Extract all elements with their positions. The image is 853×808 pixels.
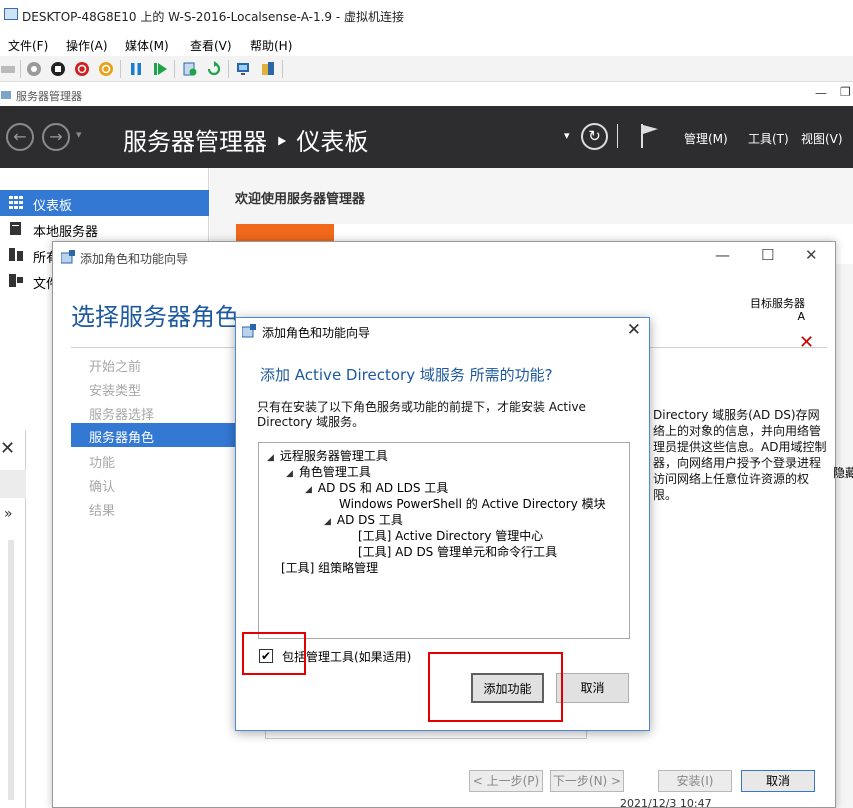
close-icon[interactable]: ✕ (805, 246, 818, 264)
taskbar-clock: 2021/12/3 10:47 (620, 797, 712, 808)
error-x-icon: ✕ (799, 332, 815, 353)
install-button[interactable]: 安装(I) (658, 770, 732, 792)
tree-node[interactable]: [工具] 组策略管理 (281, 559, 378, 576)
history-dropdown-icon[interactable]: ▾ (76, 128, 82, 141)
menu-view[interactable]: 查看(V) (190, 37, 232, 54)
shutdown-icon[interactable] (74, 61, 90, 77)
refresh-icon[interactable]: ↻ (581, 123, 608, 150)
vm-menu-bar: 文件(F) 操作(A) 媒体(M) 查看(V) 帮助(H) (0, 32, 853, 56)
dialog-body-text: 只有在安装了以下角色服务或功能的前提下，才能安装 Active Director… (257, 400, 586, 429)
step-results: 结果 (89, 504, 116, 519)
tree-node[interactable]: ◢ AD DS 和 AD LDS 工具 (305, 479, 448, 496)
share-icon[interactable] (260, 61, 276, 77)
menu-media[interactable]: 媒体(M) (125, 37, 169, 54)
wizard-window-title: 添加角色和功能向导 (80, 252, 189, 266)
menu-file[interactable]: 文件(F) (8, 37, 48, 54)
pause-icon[interactable] (128, 61, 144, 77)
collapse-arrow-icon[interactable]: ◢ (324, 517, 331, 527)
target-server-label: 目标服务器 (750, 297, 805, 310)
collapse-arrow-icon[interactable]: ◢ (267, 453, 274, 463)
maximize-icon[interactable]: ☐ (761, 246, 774, 264)
hide-link[interactable]: 隐藏 (833, 464, 853, 481)
wizard-icon (242, 324, 256, 338)
dialog-title: 添加角色和功能向导 (262, 326, 371, 340)
save-state-icon[interactable] (98, 61, 114, 77)
step-confirmation: 确认 (89, 480, 116, 495)
minimize-icon[interactable]: — (715, 246, 730, 264)
menu-help[interactable]: 帮助(H) (250, 37, 292, 54)
back-arrow-icon[interactable]: ← (6, 123, 34, 151)
minimize-icon[interactable]: — (815, 86, 827, 100)
required-features-tree[interactable]: ◢ 远程服务器管理工具 ◢ 角色管理工具 ◢ AD DS 和 AD LDS 工具 Wi… (258, 442, 630, 639)
server-manager-title-bar: 服务器管理器 — ❐ (0, 84, 853, 106)
expand-chevron-icon[interactable]: » (4, 506, 13, 522)
tools-menu[interactable]: 工具(T) (748, 130, 789, 147)
target-server: 目标服务器 A (750, 297, 805, 323)
tree-node[interactable]: Windows PowerShell 的 Active Directory 模块 (339, 495, 606, 512)
welcome-heading: 欢迎使用服务器管理器 (235, 192, 366, 207)
dialog-title-bar: 添加角色和功能向导 ✕ (236, 318, 649, 344)
revert-icon[interactable] (206, 61, 222, 77)
wizard-title-bar: 添加角色和功能向导 — ☐ ✕ (53, 242, 835, 272)
target-server-value: A (797, 310, 805, 323)
collapse-arrow-icon[interactable]: ◢ (286, 469, 293, 479)
server-manager-icon (1, 91, 11, 99)
step-features: 功能 (89, 456, 116, 471)
header-divider (617, 124, 618, 148)
close-icon[interactable]: ✕ (627, 320, 641, 340)
sidebar-item-label: 仪表板 (33, 199, 73, 214)
resume-icon[interactable] (152, 61, 168, 77)
refresh-dropdown-icon[interactable]: ▾ (564, 129, 570, 142)
local-server-icon (10, 222, 21, 235)
checkpoint-icon[interactable] (182, 61, 198, 77)
previous-button[interactable]: < 上一步(P) (469, 770, 543, 792)
ctrl-alt-del-icon[interactable] (0, 61, 16, 77)
breadcrumb: 服务器管理器 ‣ 仪表板 (123, 128, 369, 156)
add-button-highlight-box (428, 652, 563, 722)
turn-off-icon[interactable] (50, 61, 66, 77)
wizard-icon (61, 250, 75, 264)
step-server-roles[interactable]: 服务器角色 (71, 423, 241, 447)
tree-node[interactable]: ◢ 远程服务器管理工具 (267, 447, 388, 464)
file-services-icon (9, 274, 23, 287)
tree-node[interactable]: [工具] Active Directory 管理中心 (358, 527, 543, 544)
role-description: Directory 域服务(AD DS)存网络上的对象的信息，并向用络管理员提供… (653, 408, 827, 502)
view-menu[interactable]: 视图(V) (801, 130, 843, 147)
server-manager-window-title: 服务器管理器 (16, 90, 82, 103)
vm-toolbar (0, 56, 853, 82)
server-manager-header: ← → ▾ 服务器管理器 ‣ 仪表板 ▾ ↻ 管理(M) 工具(T) 视图(V) (0, 106, 853, 168)
step-server-selection: 服务器选择 (89, 408, 155, 423)
vm-connection-icon (4, 8, 18, 20)
next-button[interactable]: 下一步(N) > (550, 770, 624, 792)
partial-side-panel: ✕ » (0, 430, 26, 808)
enhanced-session-icon[interactable] (236, 61, 252, 77)
scrollbar[interactable] (8, 540, 14, 800)
step-before-you-begin: 开始之前 (89, 360, 142, 375)
notification-flag-icon[interactable] (640, 123, 660, 149)
restore-icon[interactable]: ❐ (840, 85, 851, 99)
tree-node[interactable]: ◢ 角色管理工具 (286, 463, 371, 480)
vm-title-bar: DESKTOP-48G8E10 上的 W-S-2016-Localsense-A… (0, 0, 853, 32)
forward-arrow-icon[interactable]: → (42, 123, 70, 151)
tree-node[interactable]: ◢ AD DS 工具 (324, 511, 403, 528)
dialog-cancel-button[interactable]: 取消 (556, 673, 629, 703)
collapse-arrow-icon[interactable]: ◢ (305, 485, 312, 495)
sidebar-item-local-server[interactable]: 本地服务器 (0, 216, 209, 242)
sidebar-item-dashboard[interactable]: 仪表板 (0, 190, 209, 216)
step-installation-type: 安装类型 (89, 384, 142, 399)
dialog-question: 添加 Active Directory 域服务 所需的功能? (260, 366, 553, 384)
dashboard-icon (9, 196, 23, 209)
vm-window-title: DESKTOP-48G8E10 上的 W-S-2016-Localsense-A… (22, 10, 405, 24)
wizard-cancel-button[interactable]: 取消 (741, 770, 815, 792)
all-servers-icon (9, 248, 23, 261)
tree-node[interactable]: [工具] AD DS 管理单元和命令行工具 (358, 543, 557, 560)
checkbox-highlight-box (242, 632, 306, 675)
close-icon[interactable]: ✕ (0, 438, 15, 459)
start-icon[interactable] (26, 61, 42, 77)
wizard-page-title: 选择服务器角色 (71, 303, 239, 331)
menu-action[interactable]: 操作(A) (66, 37, 108, 54)
manage-menu[interactable]: 管理(M) (684, 130, 728, 147)
sidebar-item-label: 本地服务器 (33, 225, 99, 240)
